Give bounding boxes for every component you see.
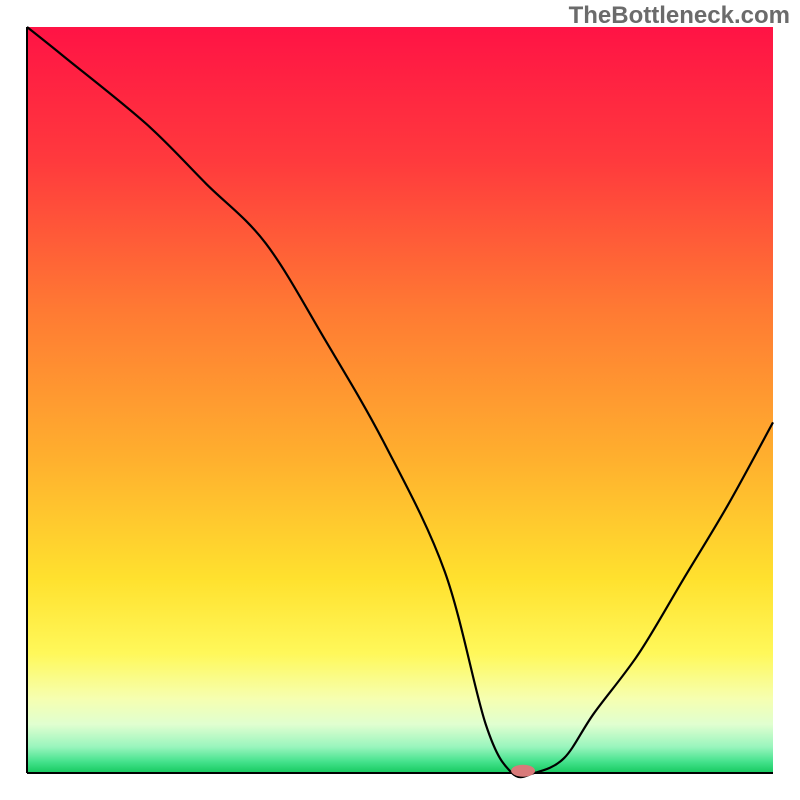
watermark-text: TheBottleneck.com xyxy=(569,2,790,30)
sweet-spot-marker xyxy=(511,765,535,777)
bottleneck-chart xyxy=(0,0,800,800)
plot-background xyxy=(27,27,773,773)
